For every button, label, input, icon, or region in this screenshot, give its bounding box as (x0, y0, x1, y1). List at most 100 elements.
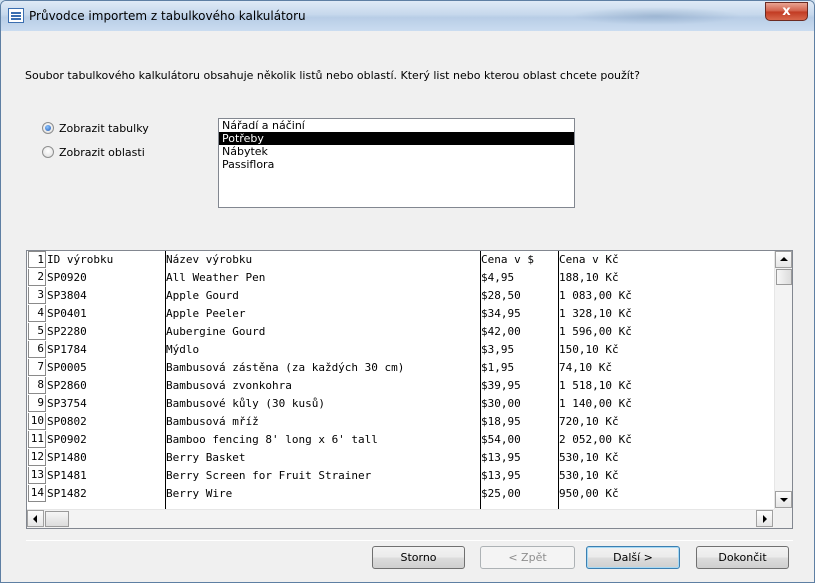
arrow-down-icon (780, 498, 788, 502)
table-row[interactable]: 14 SP1482 Berry Wire $25,00 950,00 Kč (27, 485, 774, 503)
arrow-up-icon (780, 257, 788, 261)
table-row[interactable]: 10 SP0802 Bambusová mříž $18,95 720,10 Kč (27, 413, 774, 431)
row-number: 14 (28, 485, 46, 502)
cell-product-id: SP0802 (47, 415, 87, 428)
title-bar[interactable]: Průvodce importem z tabulkového kalkulát… (1, 1, 814, 31)
sheet-item[interactable]: Nářadí a náčiní (219, 119, 574, 132)
sheet-listbox[interactable]: Nářadí a náčiní Potřeby Nábytek Passiflo… (218, 118, 575, 208)
cell-price-czk: Cena v Kč (559, 253, 619, 266)
arrow-right-icon (763, 515, 767, 523)
cell-product-id: ID výrobku (47, 253, 114, 266)
horizontal-scrollbar[interactable] (27, 509, 792, 528)
cell-product-id: SP3804 (47, 289, 87, 302)
table-row[interactable]: 7 SP0005 Bambusová zástěna (za každých 30 … (27, 359, 774, 377)
cell-product-name: Bambusová zvonkohra (166, 379, 292, 392)
row-number: 9 (28, 395, 46, 412)
cell-price-usd: $25,00 (481, 487, 521, 500)
vertical-scroll-thumb[interactable] (776, 269, 792, 285)
cell-product-name: Název výrobku (166, 253, 253, 266)
preview-rows: 1 ID výrobku Název výrobku Cena v $ Cena v K… (27, 251, 774, 509)
cell-product-name: Bambusové kůly (30 kusů) (166, 397, 325, 410)
table-row[interactable]: 4 SP0401 Apple Peeler $34,95 1 328,10 Kč (27, 305, 774, 323)
radio-unchecked-icon[interactable] (42, 146, 54, 158)
cell-product-id: SP1784 (47, 343, 87, 356)
scroll-down-button[interactable] (775, 491, 792, 508)
cell-product-id: SP0005 (47, 361, 87, 374)
next-button[interactable]: Další > (586, 546, 680, 569)
cell-price-usd: $28,50 (481, 289, 521, 302)
cell-price-usd: $3,95 (481, 343, 515, 356)
cell-price-czk: 1 328,10 Kč (559, 307, 632, 320)
scroll-right-button[interactable] (756, 510, 773, 527)
cell-product-id: SP0902 (47, 433, 87, 446)
cell-price-czk: 530,10 Kč (559, 451, 619, 464)
sheet-item[interactable]: Passiflora (219, 158, 574, 171)
row-number: 10 (28, 413, 46, 430)
cell-product-id: SP2280 (47, 325, 87, 338)
row-number: 3 (28, 287, 46, 304)
row-number: 13 (28, 467, 46, 484)
cell-product-name: Bambusová zástěna (za každých 30 cm) (166, 361, 405, 374)
row-number: 4 (28, 305, 46, 322)
table-row[interactable]: 8 SP2860 Bambusová zvonkohra $39,95 1 518,10… (27, 377, 774, 395)
row-number: 12 (28, 449, 46, 466)
table-row[interactable]: 3 SP3804 Apple Gourd $28,50 1 083,00 Kč (27, 287, 774, 305)
table-row[interactable]: 2 SP0920 All Weather Pen $4,95 188,10 Kč (27, 269, 774, 287)
sheet-item[interactable]: Nábytek (219, 145, 574, 158)
import-wizard-window: Průvodce importem z tabulkového kalkulát… (0, 0, 815, 583)
arrow-left-icon (33, 515, 37, 523)
cell-product-id: SP3754 (47, 397, 87, 410)
titlebar-glow (571, 7, 741, 25)
cell-price-usd: $13,95 (481, 451, 521, 464)
horizontal-scroll-thumb[interactable] (45, 511, 69, 527)
radio-checked-icon[interactable] (42, 122, 54, 134)
column-divider[interactable] (558, 251, 559, 509)
vertical-scrollbar[interactable] (774, 251, 792, 509)
close-button[interactable]: x (765, 2, 808, 21)
cell-product-name: Apple Gourd (166, 289, 239, 302)
cell-price-usd: $34,95 (481, 307, 521, 320)
window-title: Průvodce importem z tabulkového kalkulát… (29, 9, 306, 23)
cell-price-czk: 1 140,00 Kč (559, 397, 632, 410)
radio-show-sheets[interactable]: Zobrazit tabulky (42, 120, 149, 136)
table-row[interactable]: 12 SP1480 Berry Basket $13,95 530,10 Kč (27, 449, 774, 467)
cell-price-usd: $39,95 (481, 379, 521, 392)
cell-product-name: Mýdlo (166, 343, 200, 356)
cell-product-name: Berry Basket (166, 451, 246, 464)
cell-product-name: Berry Wire (166, 487, 233, 500)
table-row[interactable]: 6 SP1784 Mýdlo $3,95 150,10 Kč (27, 341, 774, 359)
cell-price-usd: $1,95 (481, 361, 515, 374)
wizard-body: Soubor tabulkového kalkulátoru obsahuje … (8, 31, 807, 577)
row-number: 7 (28, 359, 46, 376)
data-preview-grid: 1 ID výrobku Název výrobku Cena v $ Cena v K… (26, 250, 793, 529)
cell-price-usd: $18,95 (481, 415, 521, 428)
back-button[interactable]: < Zpět (480, 546, 575, 569)
cell-product-name: Aubergine Gourd (166, 325, 266, 338)
question-text: Soubor tabulkového kalkulátoru obsahuje … (25, 69, 641, 82)
column-divider[interactable] (480, 251, 481, 509)
scroll-left-button[interactable] (27, 510, 44, 527)
table-row[interactable]: 1 ID výrobku Název výrobku Cena v $ Cena v K… (27, 251, 774, 269)
column-divider[interactable] (165, 251, 166, 509)
row-number: 6 (28, 341, 46, 358)
row-number: 5 (28, 323, 46, 340)
sheet-item-selected[interactable]: Potřeby (219, 132, 574, 145)
table-row[interactable]: 11 SP0902 Bamboo fencing 8' long x 6' tall… (27, 431, 774, 449)
cell-price-czk: 950,00 Kč (559, 487, 619, 500)
cancel-button[interactable]: Storno (372, 546, 465, 569)
scroll-up-button[interactable] (775, 251, 792, 268)
table-row[interactable]: 5 SP2280 Aubergine Gourd $42,00 1 596,00 Kč (27, 323, 774, 341)
radio-show-ranges[interactable]: Zobrazit oblasti (42, 144, 145, 160)
cell-product-id: SP0920 (47, 271, 87, 284)
cell-product-name: Bamboo fencing 8' long x 6' tall (166, 433, 378, 446)
row-number: 11 (28, 431, 46, 448)
table-row[interactable]: 13 SP1481 Berry Screen for Fruit Strainer $… (27, 467, 774, 485)
cell-product-id: SP2860 (47, 379, 87, 392)
table-row[interactable]: 9 SP3754 Bambusové kůly (30 kusů) $30,00 1 1… (27, 395, 774, 413)
cell-price-czk: 74,10 Kč (559, 361, 612, 374)
cell-price-czk: 2 052,00 Kč (559, 433, 632, 446)
cell-price-usd: $30,00 (481, 397, 521, 410)
finish-button[interactable]: Dokončit (696, 546, 789, 569)
cell-price-czk: 1 518,10 Kč (559, 379, 632, 392)
cell-product-name: All Weather Pen (166, 271, 266, 284)
